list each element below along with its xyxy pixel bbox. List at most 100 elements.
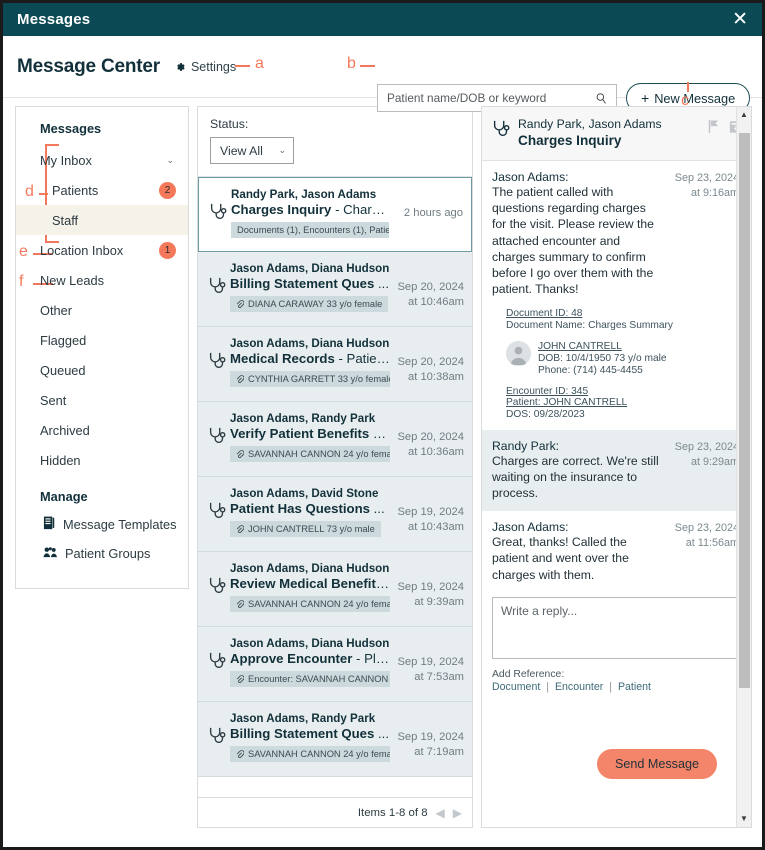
message-list-item[interactable]: Jason Adams, Diana Hudson Medical Records…	[198, 327, 472, 402]
message-author: Jason Adams:	[492, 170, 569, 184]
sidebar-item-flagged[interactable]: Flagged	[16, 325, 188, 355]
sidebar-item-staff[interactable]: Staff	[16, 205, 188, 235]
send-message-button[interactable]: Send Message	[596, 749, 717, 779]
reply-input[interactable]	[492, 596, 739, 659]
encounter-dos: DOS: 09/28/2023	[506, 408, 585, 420]
sidebar-item-new-leads[interactable]: New Leads	[16, 265, 188, 295]
add-reference-encounter[interactable]: Encounter	[555, 681, 603, 693]
settings-button[interactable]: Settings	[174, 60, 236, 74]
flag-icon[interactable]	[708, 119, 721, 139]
message-subject-main: Review Medical Benefits	[230, 576, 384, 591]
sidebar-item-label: Staff	[52, 212, 79, 228]
message-reference-text: DIANA CARAWAY 33 y/o female	[248, 299, 383, 309]
chevron-down-icon[interactable]: ⌄	[166, 155, 174, 166]
message-author: Randy Park:	[492, 438, 560, 453]
search-input[interactable]	[387, 91, 595, 105]
message-subject: Approve Encounter - Ple ...	[230, 651, 390, 666]
sidebar-item-label: Queued	[40, 362, 86, 378]
sidebar-item-sent[interactable]: Sent	[16, 385, 188, 415]
paperclip-icon	[236, 300, 245, 309]
patient-phone: Phone: (714) 445-4455	[538, 364, 643, 376]
message-participants: Jason Adams, Randy Park	[230, 412, 376, 425]
message-author: Jason Adams:	[492, 520, 569, 535]
annotation-a: a	[255, 55, 264, 72]
message-reference-tag: CYNTHIA GARRETT 33 y/o female	[230, 371, 390, 387]
message-list-item[interactable]: Randy Park, Jason Adams Charges Inquiry -…	[198, 177, 472, 252]
encounter-reference: Encounter ID: 345 Patient: JOHN CANTRELL…	[506, 386, 739, 420]
message-date: Sep 23, 2024	[674, 440, 739, 453]
sidebar-item-patients[interactable]: Patients 2	[16, 175, 188, 205]
message-reference-tag: JOHN CANTRELL 73 y/o male	[230, 521, 381, 537]
prev-page-icon[interactable]: ◀	[436, 806, 445, 820]
paperclip-icon	[236, 450, 245, 459]
sidebar-item-hidden[interactable]: Hidden	[16, 445, 188, 475]
reply-area: Add Reference: Document | Encounter | Pa…	[482, 593, 751, 701]
thread-message: Jason Adams: Great, thanks! Called the p…	[482, 511, 751, 593]
message-list-item[interactable]: Jason Adams, Diana Hudson Review Medical …	[198, 552, 472, 627]
message-text: The patient called with questions regard…	[492, 185, 654, 297]
message-subject: Billing Statement Ques ...	[230, 726, 390, 741]
sidebar-item-location-inbox[interactable]: Location Inbox 1	[16, 235, 188, 265]
encounter-id-link[interactable]: Encounter ID: 345	[506, 386, 739, 397]
scroll-up-icon[interactable]: ▲	[740, 110, 748, 119]
patient-dob: DOB: 10/4/1950 73 y/o male	[538, 352, 667, 364]
annotation-c-line	[687, 82, 689, 92]
message-subject: Medical Records - Patient ...	[230, 351, 390, 366]
sidebar-manage-message-templates[interactable]: Message Templates	[16, 510, 188, 539]
search-icon	[595, 92, 608, 105]
detail-scrollbar[interactable]: ▲ ▼	[736, 107, 751, 827]
add-reference-patient[interactable]: Patient	[618, 681, 651, 693]
message-list-item[interactable]: Jason Adams, Diana Hudson Approve Encount…	[198, 627, 472, 702]
document-id-link[interactable]: Document ID: 48	[506, 308, 739, 319]
message-reference-text: SAVANNAH CANNON 24 y/o female	[248, 449, 390, 459]
message-date: Sep 23, 2024	[674, 172, 739, 184]
gear-icon	[174, 61, 186, 73]
stethoscope-icon	[207, 202, 229, 227]
message-list-item[interactable]: Jason Adams, Randy Park Verify Patient Be…	[198, 402, 472, 477]
next-page-icon[interactable]: ▶	[453, 806, 462, 820]
message-list-item[interactable]: Jason Adams, Diana Hudson Billing Stateme…	[198, 252, 472, 327]
paperclip-icon	[236, 675, 245, 684]
message-participants: Jason Adams, David Stone	[230, 487, 379, 500]
stethoscope-icon	[206, 351, 228, 376]
message-subject-preview: ...	[369, 501, 385, 516]
detail-subject: Charges Inquiry	[518, 133, 622, 148]
message-reference-tag: SAVANNAH CANNON 24 y/o female	[230, 746, 390, 762]
message-subject-main: Charges Inquiry	[231, 202, 332, 217]
close-icon[interactable]: ✕	[730, 10, 750, 29]
message-subject-main: Patient Has Questions	[230, 501, 370, 516]
message-timestamp: 2 hours ago	[403, 207, 463, 219]
sidebar-item-label: Flagged	[40, 332, 87, 348]
status-select[interactable]: View All ⌄	[210, 137, 294, 164]
sidebar-item-queued[interactable]: Queued	[16, 355, 188, 385]
message-subject-main: Verify Patient Benefits	[230, 426, 370, 441]
sidebar-item-archived[interactable]: Archived	[16, 415, 188, 445]
people-icon	[43, 546, 58, 561]
page-header: Message Center Settings + New Mess	[3, 36, 762, 113]
message-time: at 9:29am	[690, 455, 739, 468]
scroll-down-icon[interactable]: ▼	[740, 814, 748, 823]
message-time: at 9:16am	[690, 187, 739, 200]
message-subject-preview: - Charge...	[335, 202, 389, 217]
message-reference-tag: SAVANNAH CANNON 24 y/o female	[230, 446, 390, 462]
message-subject-main: Approve Encounter	[230, 651, 353, 666]
message-subject: Patient Has Questions ...	[230, 501, 390, 516]
patient-name-link[interactable]: JOHN CANTRELL	[538, 341, 667, 352]
scrollbar-thumb[interactable]	[739, 133, 750, 688]
avatar	[506, 340, 531, 366]
patient-reference: JOHN CANTRELL DOB: 10/4/1950 73 y/o male…	[506, 340, 739, 376]
message-participants: Jason Adams, Diana Hudson	[230, 637, 390, 650]
separator: |	[609, 680, 612, 693]
message-subject: Billing Statement Ques ...	[230, 276, 390, 291]
message-list-item[interactable]: Jason Adams, David Stone Patient Has Ques…	[198, 477, 472, 552]
message-timestamp: Sep 20, 2024 at 10:36am	[397, 431, 464, 459]
message-list[interactable]: Randy Park, Jason Adams Charges Inquiry -…	[198, 176, 472, 797]
new-message-label: New Message	[654, 90, 736, 106]
encounter-patient-link[interactable]: Patient: JOHN CANTRELL	[506, 397, 739, 408]
sidebar-item-other[interactable]: Other	[16, 295, 188, 325]
sidebar-item-my-inbox[interactable]: My Inbox ⌄	[16, 145, 188, 175]
add-reference-document[interactable]: Document	[492, 681, 540, 693]
message-list-item[interactable]: Jason Adams, Randy Park Billing Statement…	[198, 702, 472, 777]
sidebar-manage-patient-groups[interactable]: Patient Groups	[16, 539, 188, 568]
message-timestamp: Sep 19, 2024 at 7:19am	[397, 731, 464, 759]
